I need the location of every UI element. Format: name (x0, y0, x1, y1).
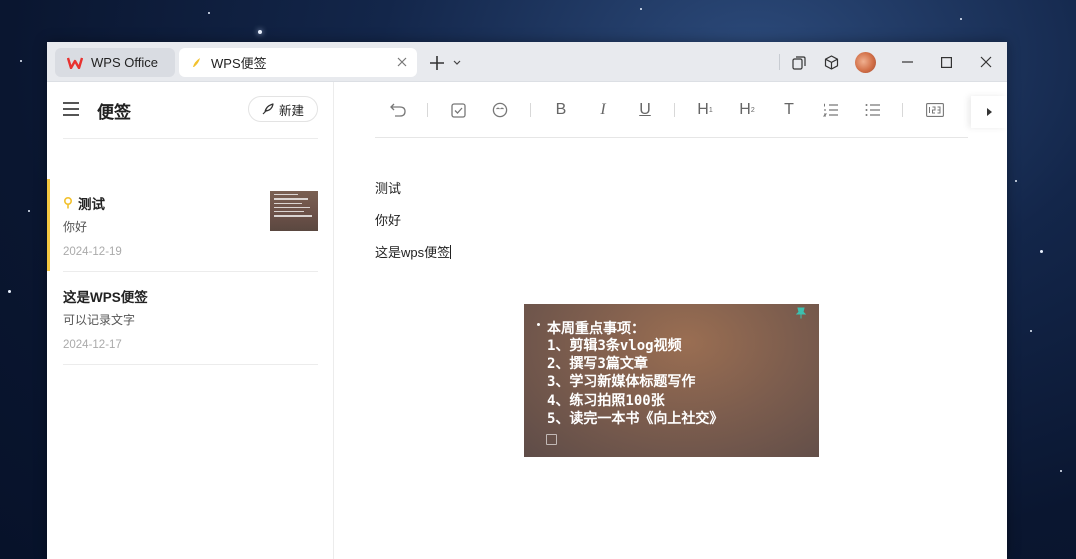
note-preview: 可以记录文字 (63, 313, 136, 327)
thumbtack-icon (795, 306, 807, 324)
wps-logo-icon (67, 57, 83, 69)
numbered-list-icon[interactable] (820, 99, 842, 121)
sidebar-divider (63, 364, 318, 365)
undo-icon[interactable] (387, 99, 409, 121)
close-icon[interactable] (978, 54, 994, 70)
tab-label: WPS Office (91, 55, 158, 70)
new-tab-icon[interactable] (428, 54, 446, 72)
note-line[interactable]: 这是wps便签 (375, 242, 452, 261)
image-title: 本周重点事项： (547, 321, 645, 337)
wps-note-window: WPS Office WPS便签 便签 新建 测试 你好 2024-12-19 … (47, 42, 1007, 559)
tab-wps-office[interactable]: WPS Office (55, 48, 175, 77)
note-line-text: 这是wps便签 (375, 245, 451, 260)
note-list-item[interactable]: 测试 你好 2024-12-19 (47, 179, 334, 271)
titlebar-divider (779, 54, 780, 70)
italic-icon[interactable]: I (592, 99, 614, 121)
heading2-icon[interactable]: H2 (736, 99, 758, 121)
underline-icon[interactable]: U (634, 99, 656, 121)
text-caret (450, 245, 452, 259)
note-thumbnail (270, 191, 318, 231)
note-title-text: 测试 (78, 197, 105, 212)
bullet-dot (537, 323, 540, 326)
menu-icon[interactable] (63, 102, 79, 116)
note-line[interactable]: 测试 (375, 178, 401, 197)
format-toolbar: B I U H1 H2 T (375, 82, 968, 138)
image-list-item: 2、撰写3篇文章 (547, 356, 648, 373)
maximize-icon[interactable] (938, 54, 954, 70)
notes-sidebar: 便签 新建 测试 你好 2024-12-19 这是WPS便签 可以记录文字 20… (47, 82, 334, 559)
sidebar-divider (63, 138, 318, 139)
bullet-list-icon[interactable] (862, 99, 884, 121)
bold-icon[interactable]: B (550, 99, 572, 121)
note-editor: B I U H1 H2 T 测试 你好 这是wps便签 本周重点事项： 1、剪辑… (335, 82, 1007, 559)
toolbar-separator (530, 103, 531, 117)
tab-label: WPS便签 (211, 56, 267, 71)
close-tab-icon[interactable] (395, 55, 409, 69)
image-list-item: 3、学习新媒体标题写作 (547, 374, 696, 391)
note-title: 测试 (63, 193, 105, 213)
new-note-label: 新建 (278, 103, 304, 118)
avatar[interactable] (855, 52, 876, 73)
number-format-icon[interactable] (924, 99, 946, 121)
dropdown-icon[interactable] (451, 56, 463, 70)
image-list: 1、剪辑3条vlog视频 2、撰写3篇文章 3、学习新媒体标题写作 4、练习拍照… (547, 337, 723, 428)
note-date: 2024-12-19 (63, 246, 122, 258)
note-list-item[interactable]: 这是WPS便签 可以记录文字 2024-12-17 (47, 272, 334, 364)
feather-icon (262, 103, 274, 115)
title-bar: WPS Office WPS便签 (47, 42, 1007, 82)
note-pen-icon (191, 57, 203, 69)
note-date: 2024-12-17 (63, 339, 122, 351)
restore-window-icon[interactable] (790, 54, 808, 72)
toolbar-separator (902, 103, 903, 117)
image-list-item: 4、练习拍照100张 (547, 392, 665, 409)
image-corner-icon (546, 434, 557, 445)
sidebar-title: 便签 (97, 103, 131, 122)
image-list-item: 5、读完一本书《向上社交》 (547, 410, 724, 427)
note-title: 这是WPS便签 (63, 290, 148, 305)
more-icon[interactable] (971, 96, 1007, 128)
embedded-image[interactable]: 本周重点事项： 1、剪辑3条vlog视频 2、撰写3篇文章 3、学习新媒体标题写… (524, 304, 819, 457)
minimize-icon[interactable] (899, 54, 915, 70)
image-list-item: 1、剪辑3条vlog视频 (547, 338, 682, 354)
tab-wps-note[interactable]: WPS便签 (179, 48, 417, 77)
toolbar-separator (674, 103, 675, 117)
pin-icon (63, 197, 73, 209)
text-icon[interactable]: T (778, 99, 800, 121)
heading1-icon[interactable]: H1 (694, 99, 716, 121)
cube-icon[interactable] (822, 53, 840, 71)
emoji-icon[interactable] (489, 99, 511, 121)
toolbar-separator (427, 103, 428, 117)
note-line[interactable]: 你好 (375, 210, 401, 229)
checkbox-icon[interactable] (447, 99, 469, 121)
note-preview: 你好 (63, 220, 88, 234)
sidebar-header: 便签 新建 (47, 82, 334, 138)
new-note-button[interactable]: 新建 (248, 96, 318, 122)
